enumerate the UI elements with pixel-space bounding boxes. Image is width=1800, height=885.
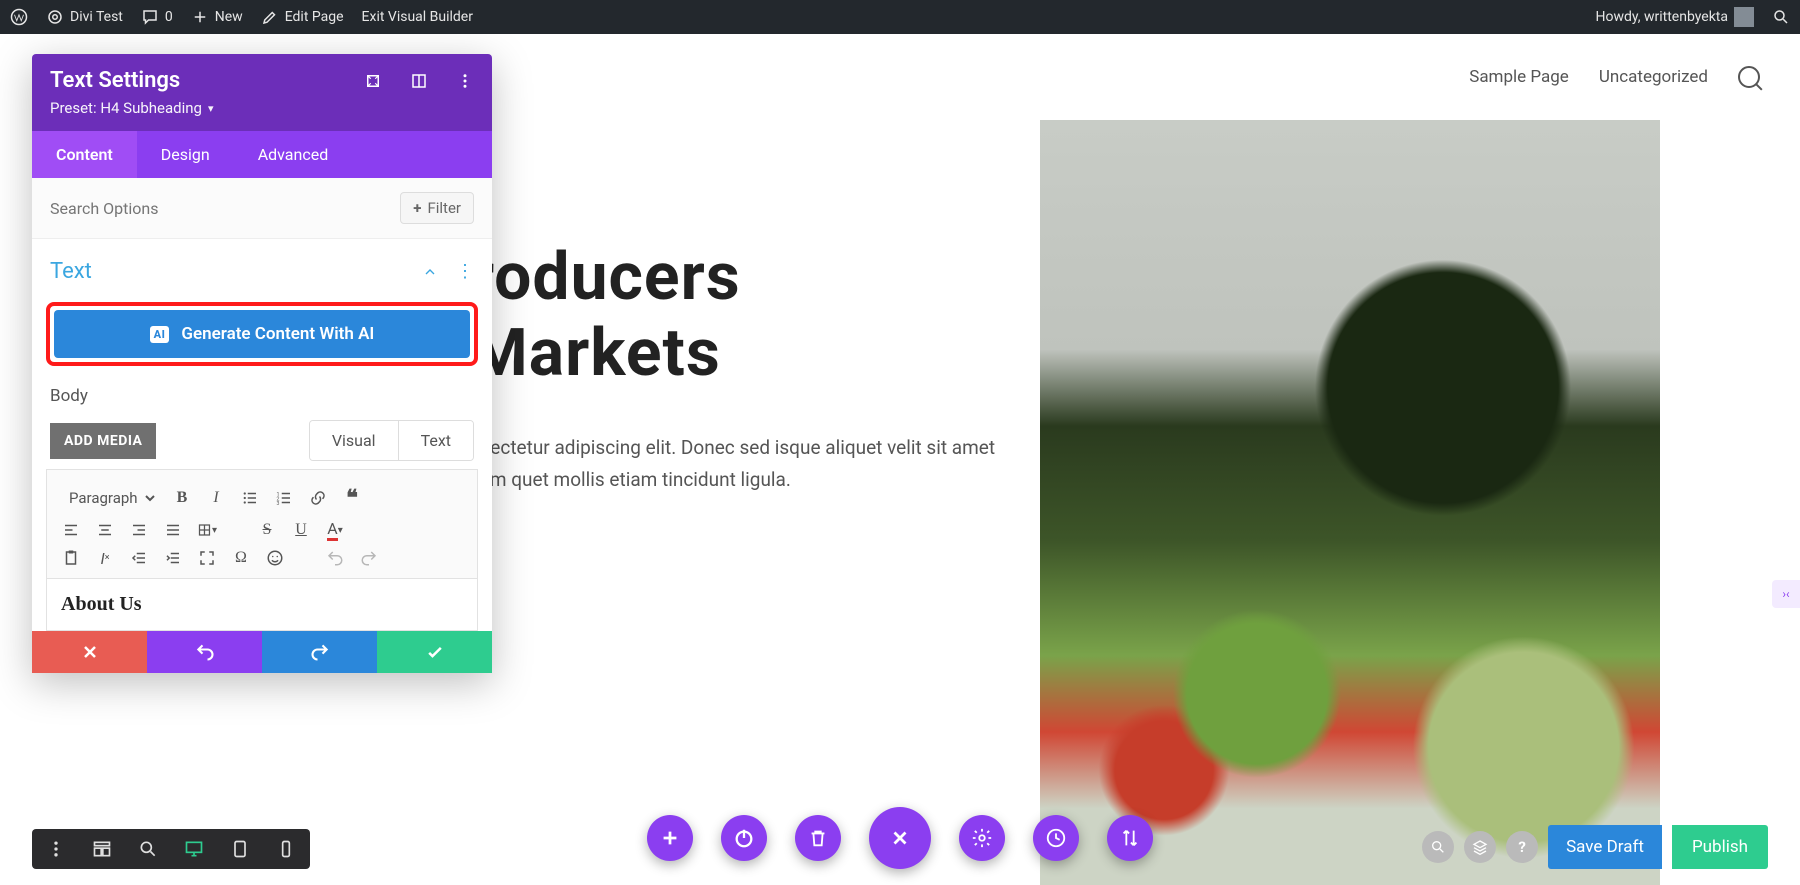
trash-button[interactable] [795, 815, 841, 861]
close-builder-button[interactable] [869, 807, 931, 869]
hero-heading: roducersMarkets [470, 240, 1000, 392]
undo-button[interactable] [147, 631, 262, 673]
wp-admin-bar: Divi Test 0 New Edit Page Exit Visual Bu… [0, 0, 1800, 34]
layers-button[interactable] [1464, 831, 1496, 863]
paste-icon[interactable] [61, 548, 81, 568]
wp-logo[interactable] [10, 8, 28, 26]
bold-icon[interactable]: B [172, 488, 192, 508]
align-center-icon[interactable] [95, 520, 115, 540]
cancel-button[interactable] [32, 631, 147, 673]
tinymce-toolbar: Paragraph B I 123 ❝ ▾ S U A▾ I× Ω [46, 469, 478, 579]
new-content[interactable]: New [191, 8, 243, 26]
emoji-icon[interactable] [265, 548, 285, 568]
preset-selector[interactable]: Preset: H4 Subheading [50, 99, 474, 117]
tab-design[interactable]: Design [137, 131, 234, 178]
hero-image [1040, 120, 1660, 885]
svg-text:3: 3 [277, 501, 280, 507]
settings-button[interactable] [959, 815, 1005, 861]
omega-icon[interactable]: Ω [231, 548, 251, 568]
panel-header: Text Settings Preset: H4 Subheading [32, 54, 492, 131]
nav-link-sample[interactable]: Sample Page [1469, 67, 1569, 87]
find-button[interactable] [1422, 831, 1454, 863]
ul-icon[interactable] [240, 488, 260, 508]
site-name[interactable]: Divi Test [46, 8, 123, 26]
italic-icon[interactable]: I [206, 488, 226, 508]
wireframe-icon[interactable] [92, 839, 112, 859]
phone-icon[interactable] [276, 839, 296, 859]
search-filter-row: +Filter [32, 178, 492, 239]
quote-icon[interactable]: ❝ [342, 488, 362, 508]
nav-search-icon[interactable] [1738, 66, 1760, 88]
align-left-icon[interactable] [61, 520, 81, 540]
text-settings-panel: Text Settings Preset: H4 Subheading Cont… [32, 54, 492, 673]
section-more-icon[interactable]: ⋮ [456, 261, 474, 282]
undo-icon[interactable] [325, 548, 345, 568]
help-button[interactable]: ? [1506, 831, 1538, 863]
snap-icon[interactable] [410, 72, 428, 90]
editor-content[interactable]: About Us [46, 579, 478, 631]
tab-advanced[interactable]: Advanced [234, 131, 353, 178]
hero-paragraph: nsectetur adipiscing elit. Donec sed isq… [470, 432, 1000, 497]
options-icon[interactable] [46, 839, 66, 859]
builder-actions [647, 807, 1153, 869]
redo-button[interactable] [262, 631, 377, 673]
power-button[interactable] [721, 815, 767, 861]
clear-format-icon[interactable]: I× [95, 548, 115, 568]
indent-icon[interactable] [163, 548, 183, 568]
admin-search-icon[interactable] [1772, 8, 1790, 26]
tab-content[interactable]: Content [32, 131, 137, 178]
edit-page[interactable]: Edit Page [261, 8, 344, 26]
strike-icon[interactable]: S [257, 520, 277, 540]
tab-text-mode[interactable]: Text [399, 421, 473, 460]
link-icon[interactable] [308, 488, 328, 508]
add-button[interactable] [647, 815, 693, 861]
save-draft-button[interactable]: Save Draft [1548, 825, 1662, 869]
swap-button[interactable] [1107, 815, 1153, 861]
underline-icon[interactable]: U [291, 520, 311, 540]
justify-icon[interactable] [163, 520, 183, 540]
publish-button[interactable]: Publish [1672, 825, 1768, 869]
chevron-up-icon[interactable] [422, 264, 438, 280]
ai-badge: AI [150, 326, 170, 343]
save-button[interactable] [377, 631, 492, 673]
desktop-icon[interactable] [184, 839, 204, 859]
tablet-icon[interactable] [230, 839, 250, 859]
history-button[interactable] [1033, 815, 1079, 861]
exit-visual-builder[interactable]: Exit Visual Builder [362, 9, 473, 25]
side-tab-icon[interactable]: ›‹ [1772, 580, 1800, 608]
outdent-icon[interactable] [129, 548, 149, 568]
ai-button-highlight: AI Generate Content With AI [46, 302, 478, 366]
tab-visual[interactable]: Visual [310, 421, 399, 460]
textcolor-icon[interactable]: A▾ [325, 520, 345, 540]
align-right-icon[interactable] [129, 520, 149, 540]
body-label: Body [32, 380, 492, 412]
comments[interactable]: 0 [141, 8, 173, 26]
save-controls: ? Save Draft Publish [1422, 825, 1768, 869]
search-input[interactable] [50, 199, 400, 218]
ol-icon[interactable]: 123 [274, 488, 294, 508]
table-icon[interactable]: ▾ [197, 520, 217, 540]
format-select[interactable]: Paragraph [61, 484, 158, 512]
view-toolbar [32, 829, 310, 869]
panel-tabs: Content Design Advanced [32, 131, 492, 178]
expand-icon[interactable] [364, 72, 382, 90]
redo-icon[interactable] [359, 548, 379, 568]
zoom-icon[interactable] [138, 839, 158, 859]
panel-footer [32, 631, 492, 673]
editor-mode-tabs: Visual Text [309, 420, 474, 461]
panel-title: Text Settings [50, 68, 180, 93]
nav-link-uncategorized[interactable]: Uncategorized [1599, 67, 1708, 87]
fullscreen-icon[interactable] [197, 548, 217, 568]
add-media-button[interactable]: ADD MEDIA [50, 423, 156, 459]
section-title: Text [50, 259, 92, 284]
generate-ai-button[interactable]: AI Generate Content With AI [54, 310, 470, 358]
filter-button[interactable]: +Filter [400, 192, 474, 224]
text-section-header[interactable]: Text ⋮ [32, 239, 492, 296]
howdy-user[interactable]: Howdy, writtenbyekta [1595, 7, 1754, 27]
avatar [1734, 7, 1754, 27]
more-icon[interactable] [456, 72, 474, 90]
